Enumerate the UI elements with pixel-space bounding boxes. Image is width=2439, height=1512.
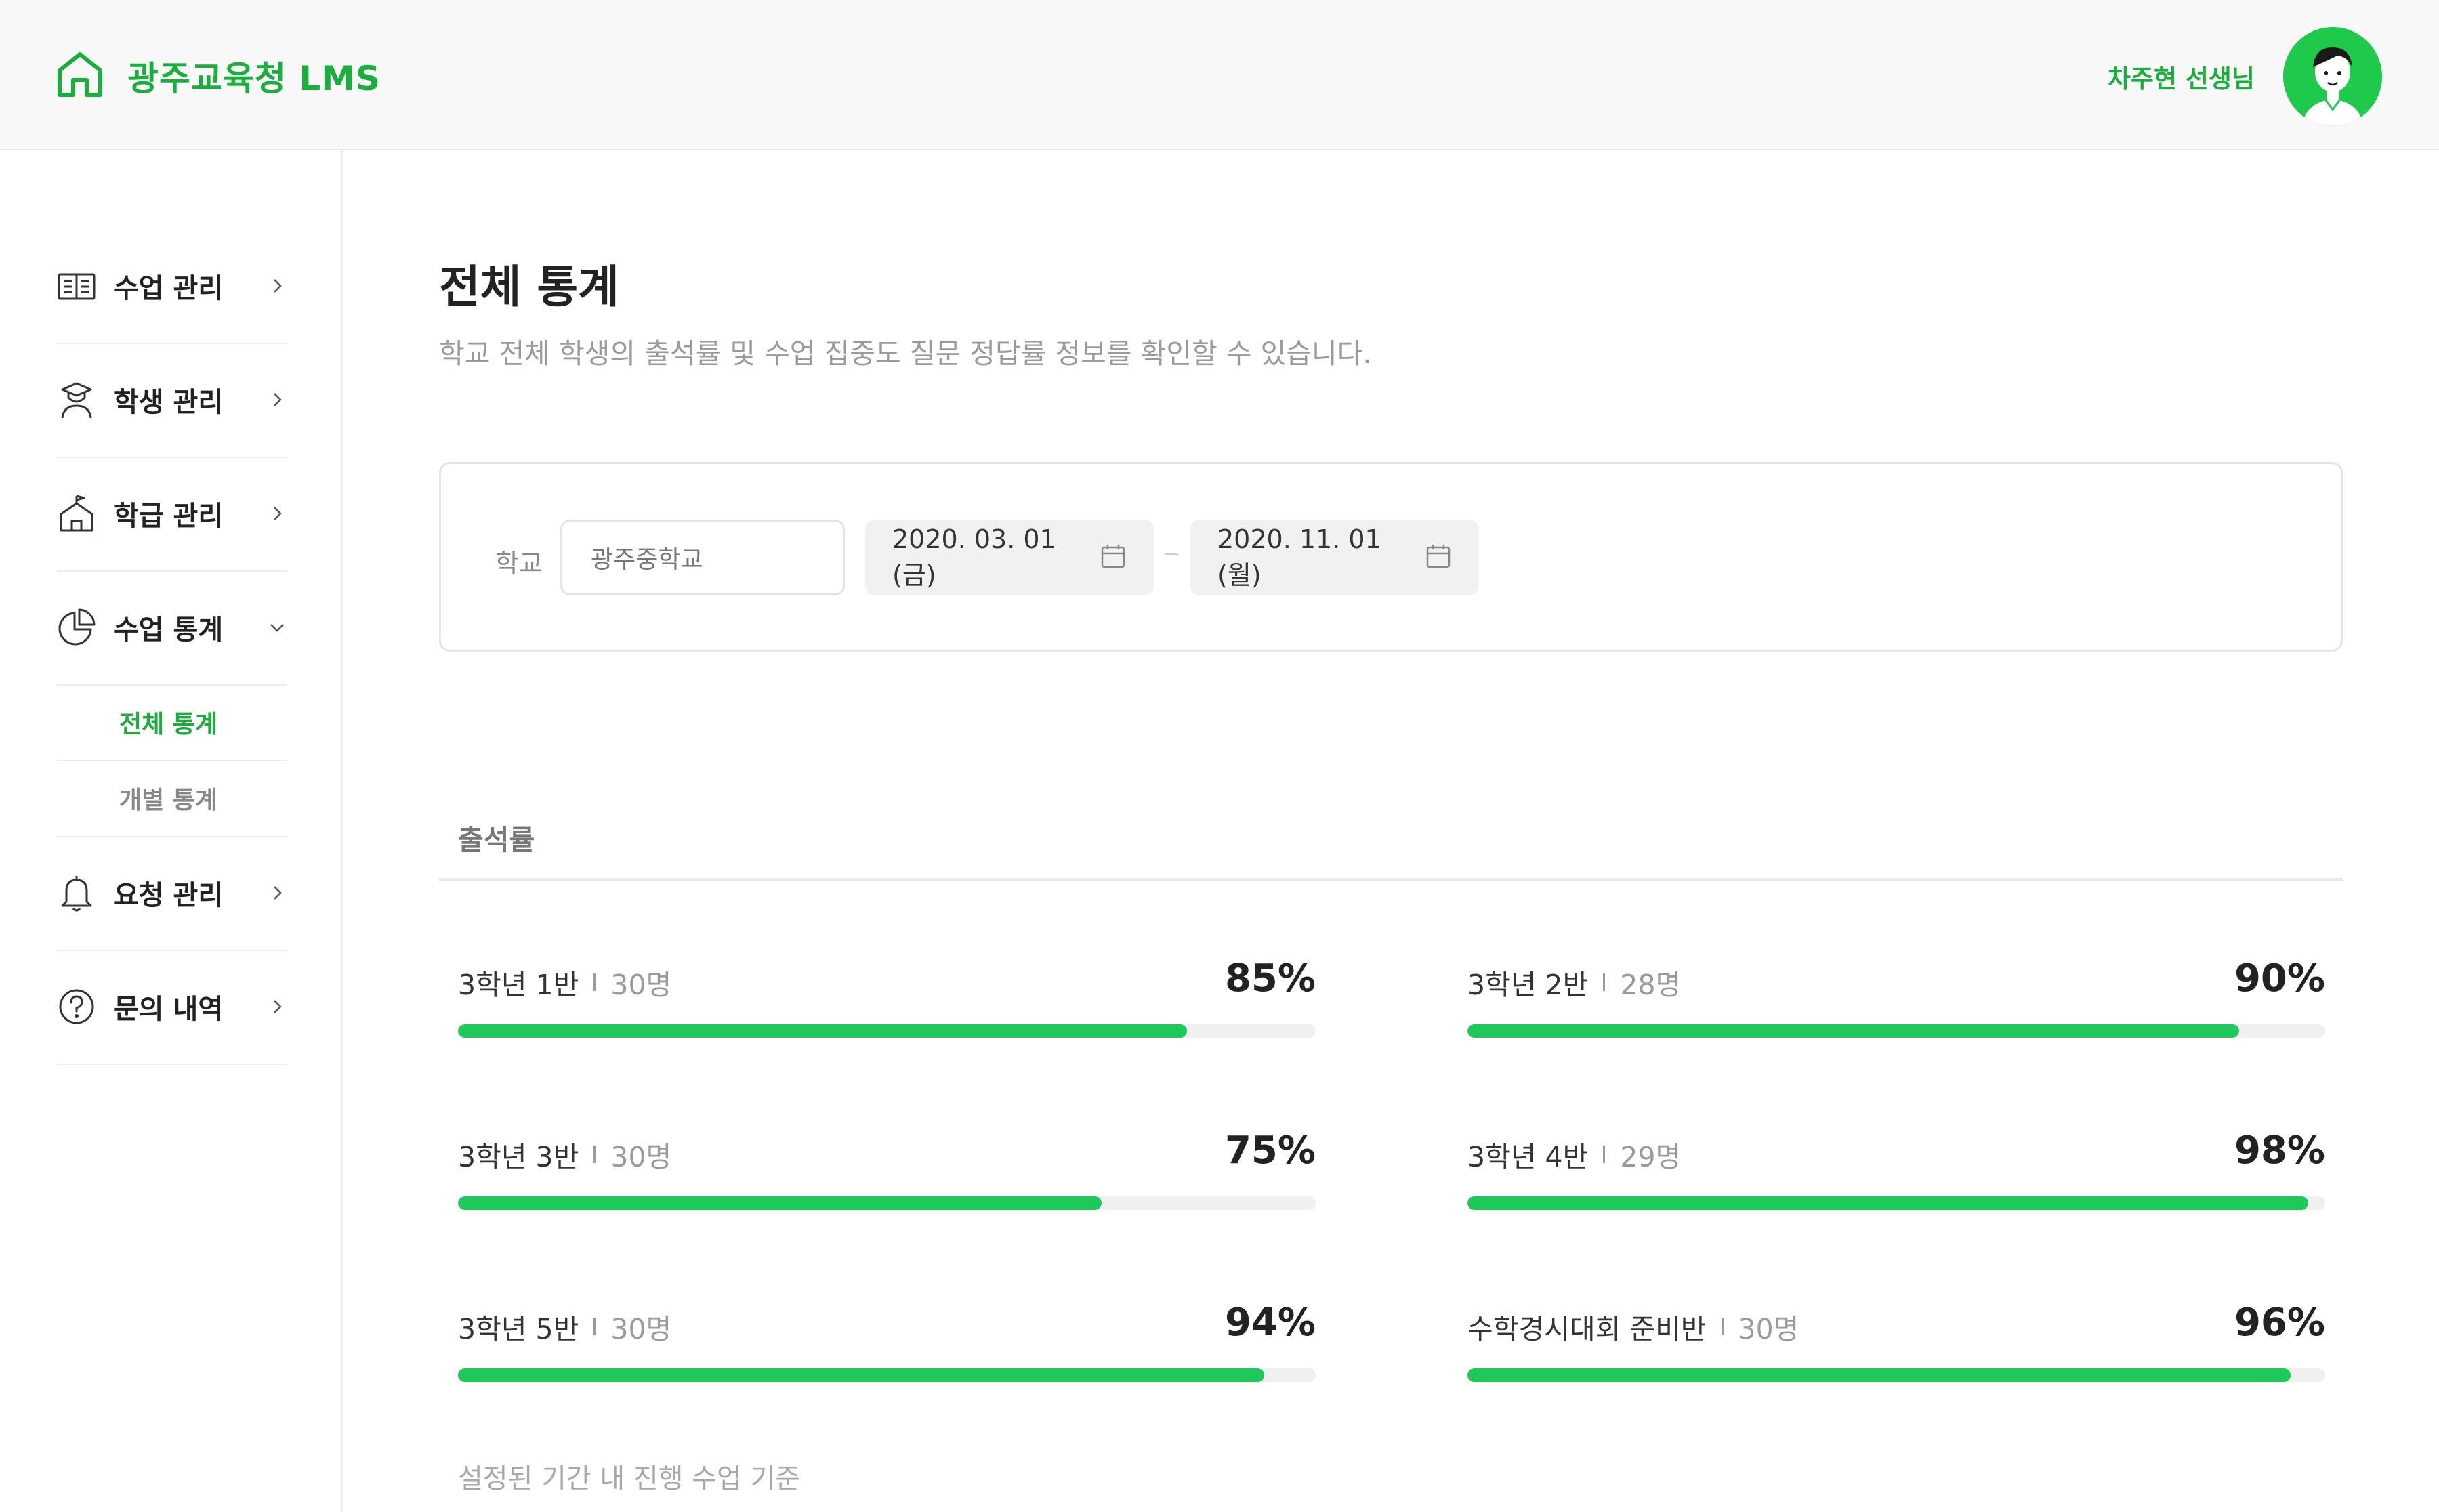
date-range-separator [1165, 553, 1178, 555]
student-count: 30명 [610, 1141, 672, 1173]
attendance-stat: 수학경시대회 준비반 30명 96% [1467, 1301, 2325, 1414]
sidebar-item-label: 요청 관리 [114, 880, 224, 911]
progress-fill [1467, 1024, 2240, 1038]
attendance-percent: 85% [1224, 957, 1316, 1001]
progress-track [1467, 1368, 2325, 1382]
sidebar-subitem-label: 전체 통계 [119, 711, 218, 738]
attendance-stat: 3학년 1반 30명 85% [458, 957, 1316, 1070]
attendance-stat: 3학년 2반 28명 90% [1467, 957, 2325, 1070]
section-divider [439, 878, 2343, 881]
progress-fill [458, 1368, 1265, 1382]
sidebar-item-label: 수업 통계 [114, 614, 224, 646]
user-profile[interactable]: 차주현 선생님 [2108, 27, 2382, 126]
progress-fill [458, 1024, 1188, 1038]
attendance-stat: 3학년 4반 29명 98% [1467, 1129, 2325, 1242]
divider [1603, 973, 1606, 991]
attendance-section-title: 출석률 [458, 824, 535, 856]
book-icon [57, 266, 96, 306]
pie-chart-icon [57, 608, 96, 647]
student-count: 30명 [610, 969, 672, 1001]
class-name: 수학경시대회 준비반 [1467, 1313, 1707, 1345]
attendance-percent: 94% [1224, 1301, 1316, 1345]
app-title: 광주교육청 LMS [127, 59, 381, 98]
footnote: 설정된 기간 내 진행 수업 기준 [458, 1463, 801, 1494]
divider [593, 1318, 596, 1335]
end-date-picker[interactable]: 2020. 11. 01 (월) [1190, 520, 1479, 595]
attendance-stat: 3학년 3반 30명 75% [458, 1129, 1316, 1242]
start-date-value: 2020. 03. 01 (금) [892, 524, 1056, 590]
student-count: 30명 [610, 1313, 672, 1345]
progress-track [1467, 1196, 2325, 1210]
sidebar-subitem-individual-stats[interactable]: 개별 통계 [57, 760, 287, 837]
progress-fill [458, 1196, 1102, 1210]
progress-track [458, 1368, 1316, 1382]
school-input[interactable] [560, 520, 845, 595]
attendance-percent: 98% [2234, 1129, 2325, 1173]
attendance-stat: 3학년 5반 30명 94% [458, 1301, 1316, 1414]
end-date-value: 2020. 11. 01 (월) [1217, 524, 1381, 590]
class-name: 3학년 1반 [458, 969, 579, 1001]
sidebar-item-student-management[interactable]: 학생 관리 [57, 343, 287, 458]
progress-track [1467, 1024, 2325, 1038]
filter-panel: 학교 2020. 03. 01 (금) 2020. 11. 01 (월) [439, 462, 2343, 652]
sidebar: 수업 관리 학생 관리 학급 관리 수업 통계 전체 통계 개별 통계 요청 관… [0, 150, 343, 1512]
chevron-right-icon [267, 883, 287, 903]
progress-fill [1467, 1196, 2308, 1210]
class-name: 3학년 4반 [1467, 1141, 1589, 1173]
chevron-down-icon [267, 617, 287, 637]
progress-track [458, 1196, 1316, 1210]
student-count: 29명 [1620, 1141, 1682, 1173]
app-logo[interactable]: 광주교육청 LMS [54, 49, 381, 103]
start-date-picker[interactable]: 2020. 03. 01 (금) [865, 520, 1154, 595]
class-name: 3학년 2반 [1467, 969, 1589, 1001]
sidebar-item-label: 문의 내역 [114, 994, 224, 1025]
sidebar-item-request-management[interactable]: 요청 관리 [57, 836, 287, 951]
calendar-icon [1086, 543, 1127, 572]
chevron-right-icon [267, 390, 287, 410]
class-name: 3학년 3반 [458, 1141, 579, 1173]
bell-icon [57, 873, 96, 912]
sidebar-item-classroom-management[interactable]: 학급 관리 [57, 457, 287, 572]
divider [593, 1146, 596, 1163]
school-icon [57, 494, 96, 533]
chevron-right-icon [267, 276, 287, 296]
attendance-percent: 90% [2234, 957, 2325, 1001]
attendance-percent: 75% [1224, 1129, 1316, 1173]
student-icon [57, 380, 96, 419]
sidebar-subitem-overall-stats[interactable]: 전체 통계 [57, 684, 287, 761]
sidebar-item-class-statistics[interactable]: 수업 통계 [57, 570, 287, 686]
school-label: 학교 [495, 549, 543, 579]
question-icon [57, 987, 96, 1026]
divider [1603, 1146, 1606, 1163]
attendance-percent: 96% [2234, 1301, 2325, 1345]
sidebar-subitem-label: 개별 통계 [119, 786, 218, 814]
sidebar-item-inquiry-history[interactable]: 문의 내역 [57, 950, 287, 1065]
avatar[interactable] [2283, 27, 2382, 126]
progress-fill [1467, 1368, 2291, 1382]
divider [593, 973, 596, 991]
progress-track [458, 1024, 1316, 1038]
chevron-right-icon [267, 503, 287, 524]
divider [1721, 1318, 1724, 1335]
home-icon [54, 49, 106, 103]
student-count: 30명 [1738, 1313, 1799, 1345]
sidebar-item-label: 학급 관리 [114, 501, 224, 532]
sidebar-item-class-management[interactable]: 수업 관리 [57, 229, 287, 344]
page-description: 학교 전체 학생의 출석률 및 수업 집중도 질문 정답률 정보를 확인할 수 … [439, 337, 1372, 370]
calendar-icon [1411, 543, 1452, 572]
user-name: 차주현 선생님 [2107, 64, 2255, 93]
class-name: 3학년 5반 [458, 1313, 579, 1345]
student-count: 28명 [1620, 969, 1682, 1001]
chevron-right-icon [267, 996, 287, 1017]
sidebar-item-label: 수업 관리 [114, 273, 224, 304]
top-header: 광주교육청 LMS 차주현 선생님 [0, 0, 2439, 150]
page-title: 전체 통계 [439, 261, 619, 313]
sidebar-item-label: 학생 관리 [114, 387, 224, 418]
